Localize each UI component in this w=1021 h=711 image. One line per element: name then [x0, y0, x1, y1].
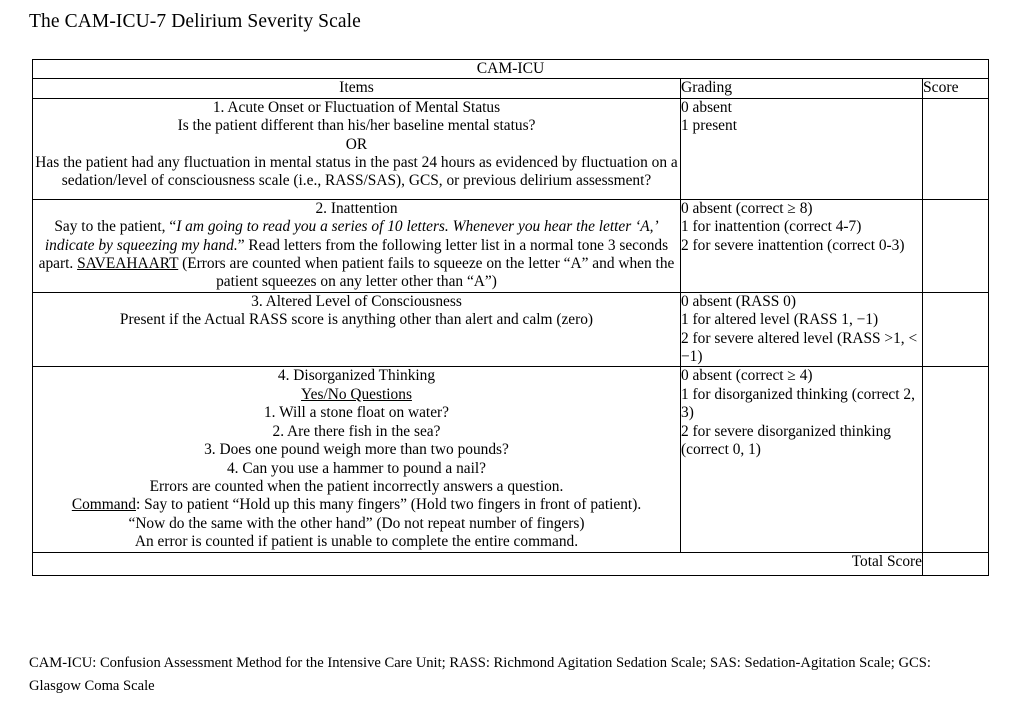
item-question: 1. Will a stone float on water?	[263, 404, 449, 422]
item-line: OR	[345, 135, 368, 153]
item-title: 4. Disorganized Thinking	[277, 367, 436, 385]
item-body: Say to the patient, “I am going to read …	[39, 218, 675, 290]
table-row: 2. Inattention Say to the patient, “I am…	[32, 198, 989, 293]
grading-line: 1 for inattention (correct 4-7)	[681, 218, 862, 236]
item-text: (Errors are counted when patient fails t…	[178, 255, 675, 291]
command-label: Command	[71, 496, 136, 514]
item-subtitle: Yes/No Questions	[301, 385, 412, 403]
item-title: 2. Inattention	[315, 199, 398, 217]
grading-line: 0 absent (correct ≥ 4)	[681, 367, 813, 385]
grading-cell-4: 0 absent (correct ≥ 4) 1 for disorganize…	[680, 366, 923, 553]
total-score-label: Total Score	[32, 551, 923, 576]
grading-line: 2 for severe inattention (correct 0-3)	[681, 236, 905, 254]
grading-line: 2 for severe altered level (RASS >1, < −…	[681, 329, 918, 366]
cam-icu-scale-table: CAM-ICU Items Grading Score 1. Acute Ons…	[32, 58, 989, 576]
item-errors-note: Errors are counted when the patient inco…	[149, 477, 564, 495]
grading-line: 1 for disorganized thinking (correct 2, …	[681, 385, 915, 422]
item-cell-3: 3. Altered Level of Consciousness Presen…	[32, 291, 681, 368]
item-cell-1: 1. Acute Onset or Fluctuation of Mental …	[32, 97, 681, 200]
item-question: 4. Can you use a hammer to pound a nail?	[226, 459, 486, 477]
grading-cell-1: 0 absent 1 present	[680, 97, 923, 200]
score-cell-3[interactable]	[922, 291, 989, 368]
grading-line: 0 absent (RASS 0)	[681, 292, 797, 310]
table-caption-row: CAM-ICU	[32, 58, 989, 80]
item-question: 3. Does one pound weigh more than two po…	[204, 441, 509, 459]
total-score-row: Total Score	[32, 551, 989, 576]
table-caption: CAM-ICU	[32, 58, 989, 80]
grading-line: 0 absent (correct ≥ 8)	[681, 199, 813, 217]
item-text: Say to the patient, “	[54, 218, 177, 236]
item-command-line: “Now do the same with the other hand” (D…	[128, 514, 585, 532]
command-text: : Say to patient “Hold up this many fing…	[135, 496, 642, 514]
item-text-underline: SAVEAHAART	[77, 255, 179, 273]
column-header-items: Items	[32, 78, 681, 99]
grading-line: 0 absent	[681, 98, 732, 116]
table-header-row: Items Grading Score	[32, 78, 989, 99]
page-title: The CAM-ICU-7 Delirium Severity Scale	[29, 11, 361, 32]
score-cell-1[interactable]	[922, 97, 989, 200]
item-cell-2: 2. Inattention Say to the patient, “I am…	[32, 198, 681, 293]
total-score-value[interactable]	[922, 551, 989, 576]
item-line: Has the patient had any fluctuation in m…	[35, 154, 678, 190]
column-header-grading: Grading	[680, 78, 923, 99]
grading-line: 2 for severe disorganized thinking (corr…	[681, 422, 891, 459]
item-line: Present if the Actual RASS score is anyt…	[119, 311, 594, 329]
item-command-line: An error is counted if patient is unable…	[134, 533, 579, 551]
column-header-score: Score	[922, 78, 989, 99]
item-line: Is the patient different than his/her ba…	[177, 117, 536, 135]
document-page: The CAM-ICU-7 Delirium Severity Scale CA…	[0, 0, 1021, 711]
grading-line: 1 present	[681, 117, 737, 135]
item-question: 2. Are there fish in the sea?	[272, 422, 441, 440]
table-row: 1. Acute Onset or Fluctuation of Mental …	[32, 97, 989, 200]
grading-cell-2: 0 absent (correct ≥ 8) 1 for inattention…	[680, 198, 923, 293]
table-row: 4. Disorganized Thinking Yes/No Question…	[32, 366, 989, 553]
item-command-line: Command: Say to patient “Hold up this ma…	[33, 496, 680, 514]
table-row: 3. Altered Level of Consciousness Presen…	[32, 291, 989, 368]
item-cell-4: 4. Disorganized Thinking Yes/No Question…	[32, 366, 681, 553]
score-cell-4[interactable]	[922, 366, 989, 553]
grading-line: 1 for altered level (RASS 1, −1)	[681, 311, 879, 329]
item-line: 3. Altered Level of Consciousness	[251, 292, 462, 310]
footnote: CAM-ICU: Confusion Assessment Method for…	[29, 655, 931, 694]
grading-cell-3: 0 absent (RASS 0) 1 for altered level (R…	[680, 291, 923, 368]
score-cell-2[interactable]	[922, 198, 989, 293]
item-line: 1. Acute Onset or Fluctuation of Mental …	[212, 98, 501, 116]
